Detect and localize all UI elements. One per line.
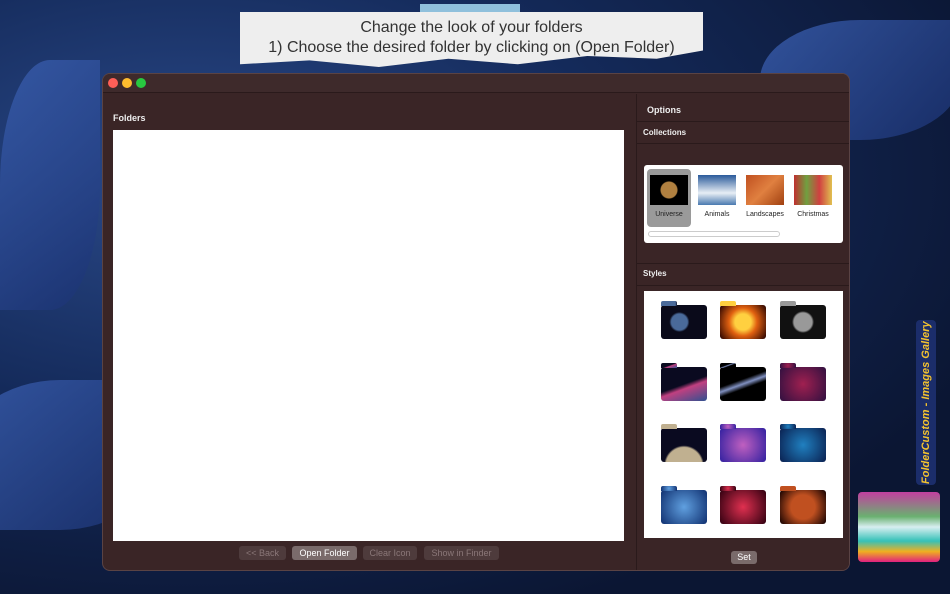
styles-label: Styles: [643, 269, 667, 278]
branding-badge: FolderCustom - Images Gallery: [916, 320, 936, 485]
style-folder[interactable]: [720, 486, 767, 525]
back-button[interactable]: << Back: [239, 546, 286, 560]
styles-grid: [644, 291, 843, 538]
collection-label: Christmas: [797, 211, 829, 218]
collection-christmas[interactable]: Christmas: [791, 169, 835, 227]
christmas-thumbnail: [794, 175, 832, 205]
instruction-banner: Change the look of your folders 1) Choos…: [240, 12, 703, 67]
zoom-button[interactable]: [136, 78, 146, 88]
folder-drop-area[interactable]: [113, 130, 624, 541]
show-in-finder-button[interactable]: Show in Finder: [424, 546, 499, 560]
app-window: Folders << Back Open Folder Clear Icon S…: [102, 73, 850, 571]
collections-list: Universe Animals Landscapes Christmas: [644, 165, 843, 243]
close-button[interactable]: [108, 78, 118, 88]
style-folder[interactable]: [780, 486, 827, 525]
style-folder[interactable]: [660, 486, 707, 525]
banner-line2: 1) Choose the desired folder by clicking…: [268, 39, 675, 56]
collection-label: Landscapes: [746, 211, 784, 218]
style-folder[interactable]: [720, 424, 767, 463]
clear-icon-button[interactable]: Clear Icon: [363, 546, 417, 560]
options-panel: Options Collections Universe Animals Lan…: [636, 94, 849, 570]
minimize-button[interactable]: [122, 78, 132, 88]
style-folder[interactable]: [660, 362, 707, 401]
background-leaf: [0, 60, 100, 310]
banner-line1: Change the look of your folders: [360, 19, 583, 36]
style-folder[interactable]: [780, 300, 827, 339]
animals-thumbnail: [698, 175, 736, 205]
landscapes-thumbnail: [746, 175, 784, 205]
style-folder[interactable]: [660, 424, 707, 463]
collection-label: Animals: [704, 211, 730, 218]
app-logo: [858, 492, 940, 562]
collections-scrollbar[interactable]: [648, 231, 780, 237]
style-folder[interactable]: [780, 424, 827, 463]
collection-landscapes[interactable]: Landscapes: [743, 169, 787, 227]
set-button[interactable]: Set: [731, 551, 757, 564]
folders-panel: Folders << Back Open Folder Clear Icon S…: [103, 94, 636, 570]
title-bar: [103, 74, 849, 93]
open-folder-button[interactable]: Open Folder: [292, 546, 357, 560]
style-folder[interactable]: [720, 300, 767, 339]
style-folder[interactable]: [720, 362, 767, 401]
style-folder[interactable]: [660, 300, 707, 339]
folders-title: Folders: [113, 113, 146, 123]
collections-label: Collections: [643, 128, 687, 137]
collection-universe[interactable]: Universe: [647, 169, 691, 227]
universe-thumbnail: [650, 175, 688, 205]
collection-animals[interactable]: Animals: [695, 169, 739, 227]
style-folder[interactable]: [780, 362, 827, 401]
options-title: Options: [647, 105, 681, 115]
collection-label: Universe: [655, 211, 683, 218]
